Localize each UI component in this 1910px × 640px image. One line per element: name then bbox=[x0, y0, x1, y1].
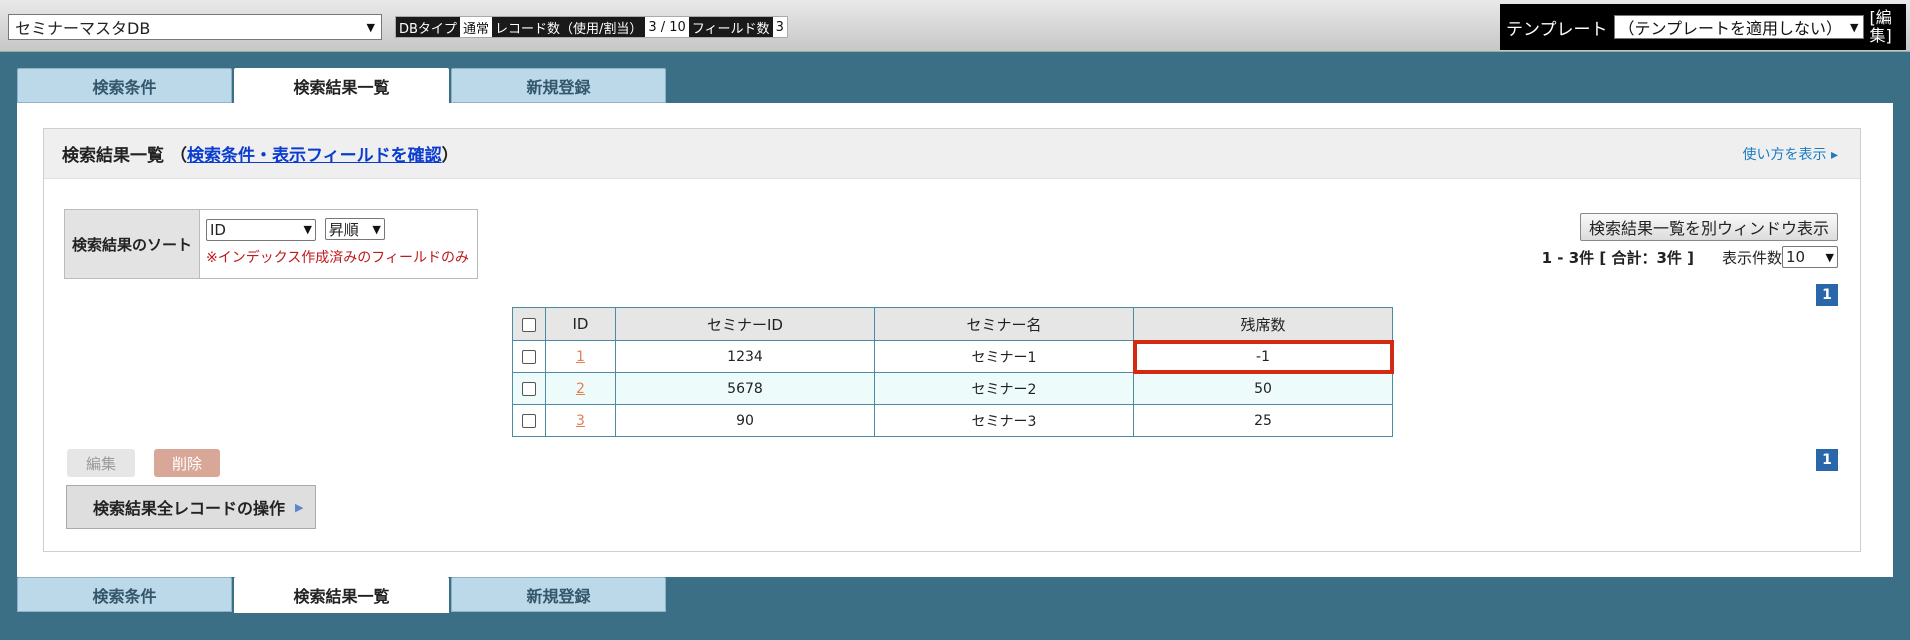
sort-note: ※インデックス作成済みのフィールドのみ bbox=[206, 249, 470, 266]
chevron-down-icon: ▼ bbox=[372, 222, 381, 236]
table-row: 1 1234 セミナー1 -1 bbox=[512, 339, 1394, 374]
row-select-cell bbox=[512, 372, 546, 405]
page-number-bottom[interactable]: 1 bbox=[1816, 449, 1838, 471]
template-select-value: （テンプレートを適用しない） bbox=[1618, 19, 1843, 38]
results-header: 検索結果一覧 （ 検索条件・表示フィールドを確認 ） 使い方を表示 ▸ bbox=[44, 129, 1860, 179]
select-all-checkbox[interactable] bbox=[522, 317, 536, 332]
per-page-select[interactable]: 10 ▼ bbox=[1782, 246, 1838, 268]
row-seminar-name: セミナー3 bbox=[874, 404, 1134, 437]
record-count-value: 3 / 10 bbox=[645, 17, 689, 37]
results-table: ID セミナーID セミナー名 残席数 1 1234 セミナー1 -1 2 56… bbox=[512, 307, 1394, 437]
record-count-label: レコード数（使用/割当） bbox=[491, 17, 646, 37]
results-section: 検索結果一覧 （ 検索条件・表示フィールドを確認 ） 使い方を表示 ▸ 検索結果… bbox=[43, 128, 1861, 552]
template-edit-link[interactable]: [編集] bbox=[1870, 9, 1896, 45]
sort-order-value: 昇順 bbox=[328, 220, 359, 239]
field-count-value: 3 bbox=[772, 17, 787, 37]
usage-link[interactable]: 使い方を表示 ▸ bbox=[1743, 144, 1838, 164]
header-remaining-seats[interactable]: 残席数 bbox=[1133, 307, 1393, 341]
chevron-down-icon: ▼ bbox=[1850, 20, 1859, 34]
chevron-down-icon: ▼ bbox=[303, 223, 312, 236]
row-seminar-name: セミナー1 bbox=[874, 340, 1134, 373]
tab-search-results[interactable]: 検索結果一覧 bbox=[234, 577, 449, 613]
row-remaining-seats: 50 bbox=[1133, 372, 1393, 405]
open-in-new-window-button[interactable]: 検索結果一覧を別ウィンドウ表示 bbox=[1579, 213, 1838, 241]
row-id-cell: 3 bbox=[545, 404, 616, 437]
record-id-link[interactable]: 1 bbox=[576, 349, 585, 365]
tab-search-conditions[interactable]: 検索条件 bbox=[17, 577, 232, 612]
row-remaining-seats: 25 bbox=[1133, 404, 1393, 437]
title-paren-open: （ bbox=[170, 146, 187, 166]
row-remaining-seats: -1 bbox=[1132, 339, 1394, 374]
row-checkbox[interactable] bbox=[522, 413, 536, 428]
table-row: 3 90 セミナー3 25 bbox=[512, 404, 1393, 437]
row-seminar-id: 1234 bbox=[615, 340, 875, 373]
per-page-value: 10 bbox=[1786, 248, 1806, 266]
row-seminar-name: セミナー2 bbox=[874, 372, 1134, 405]
tab-search-conditions[interactable]: 検索条件 bbox=[17, 68, 232, 103]
row-checkbox[interactable] bbox=[522, 381, 536, 396]
sort-box: 検索結果のソート ID ▼ 昇順 ▼ ※インデックス作成済みのフィールドのみ bbox=[64, 209, 478, 279]
tab-new-registration[interactable]: 新規登録 bbox=[451, 577, 666, 612]
tab-search-results[interactable]: 検索結果一覧 bbox=[234, 68, 449, 104]
top-tabs: 検索条件 検索結果一覧 新規登録 bbox=[17, 68, 666, 104]
sort-label: 検索結果のソート bbox=[65, 210, 200, 278]
database-select-value: セミナーマスタDB bbox=[15, 19, 151, 38]
db-type-value: 通常 bbox=[459, 17, 492, 37]
db-type-label: DBタイプ bbox=[396, 17, 460, 37]
triangle-right-icon: ▶ bbox=[295, 500, 304, 514]
title-paren-close: ） bbox=[441, 146, 459, 166]
database-select[interactable]: セミナーマスタDB ▼ bbox=[8, 14, 382, 40]
sort-body: ID ▼ 昇順 ▼ ※インデックス作成済みのフィールドのみ bbox=[200, 210, 475, 278]
sort-field-select[interactable]: ID ▼ bbox=[206, 218, 316, 241]
row-id-cell: 2 bbox=[545, 372, 616, 405]
row-id-cell: 1 bbox=[545, 340, 616, 373]
all-records-operations-button[interactable]: 検索結果全レコードの操作 ▶ bbox=[66, 485, 316, 529]
delete-button[interactable]: 削除 bbox=[154, 449, 220, 477]
db-info-strip: DBタイプ 通常 レコード数（使用/割当） 3 / 10 フィールド数 3 bbox=[395, 16, 788, 38]
template-box: テンプレート （テンプレートを適用しない） ▼ [編集] bbox=[1500, 4, 1906, 50]
bottom-tabs: 検索条件 検索結果一覧 新規登録 bbox=[17, 577, 666, 613]
result-count: 1 - 3件 [ 合計：3件 ] bbox=[1541, 248, 1694, 267]
main-panel: 検索結果一覧 （ 検索条件・表示フィールドを確認 ） 使い方を表示 ▸ 検索結果… bbox=[17, 103, 1893, 577]
count-line: 1 - 3件 [ 合計：3件 ] 表示件数 10 ▼ bbox=[1542, 246, 1838, 268]
results-title: 検索結果一覧 bbox=[62, 146, 164, 166]
top-bar: セミナーマスタDB ▼ DBタイプ 通常 レコード数（使用/割当） 3 / 10… bbox=[0, 0, 1910, 52]
tab-new-registration[interactable]: 新規登録 bbox=[451, 68, 666, 103]
chevron-down-icon: ▼ bbox=[366, 20, 375, 34]
record-id-link[interactable]: 3 bbox=[576, 413, 585, 429]
row-select-cell bbox=[512, 404, 546, 437]
field-count-label: フィールド数 bbox=[688, 17, 773, 37]
header-id[interactable]: ID bbox=[545, 307, 616, 341]
header-seminar-name[interactable]: セミナー名 bbox=[874, 307, 1134, 341]
table-row: 2 5678 セミナー2 50 bbox=[512, 372, 1393, 405]
table-header-row: ID セミナーID セミナー名 残席数 bbox=[512, 307, 1393, 341]
row-seminar-id: 90 bbox=[615, 404, 875, 437]
search-conditions-link[interactable]: 検索条件・表示フィールドを確認 bbox=[187, 141, 442, 166]
all-records-operations-label: 検索結果全レコードの操作 bbox=[93, 499, 286, 518]
row-checkbox[interactable] bbox=[522, 349, 536, 364]
sort-order-select[interactable]: 昇順 ▼ bbox=[324, 218, 385, 240]
row-seminar-id: 5678 bbox=[615, 372, 875, 405]
template-select[interactable]: （テンプレートを適用しない） ▼ bbox=[1613, 15, 1864, 39]
select-all-cell bbox=[512, 307, 546, 341]
record-id-link[interactable]: 2 bbox=[576, 381, 585, 397]
chevron-down-icon: ▼ bbox=[1825, 250, 1834, 264]
template-label: テンプレート bbox=[1506, 19, 1608, 40]
sort-field-value: ID bbox=[210, 220, 226, 239]
row-select-cell bbox=[512, 340, 546, 373]
edit-button[interactable]: 編集 bbox=[67, 449, 135, 477]
per-page-label: 表示件数 bbox=[1721, 248, 1782, 267]
page-number-top[interactable]: 1 bbox=[1816, 284, 1838, 306]
header-seminar-id[interactable]: セミナーID bbox=[615, 307, 875, 341]
